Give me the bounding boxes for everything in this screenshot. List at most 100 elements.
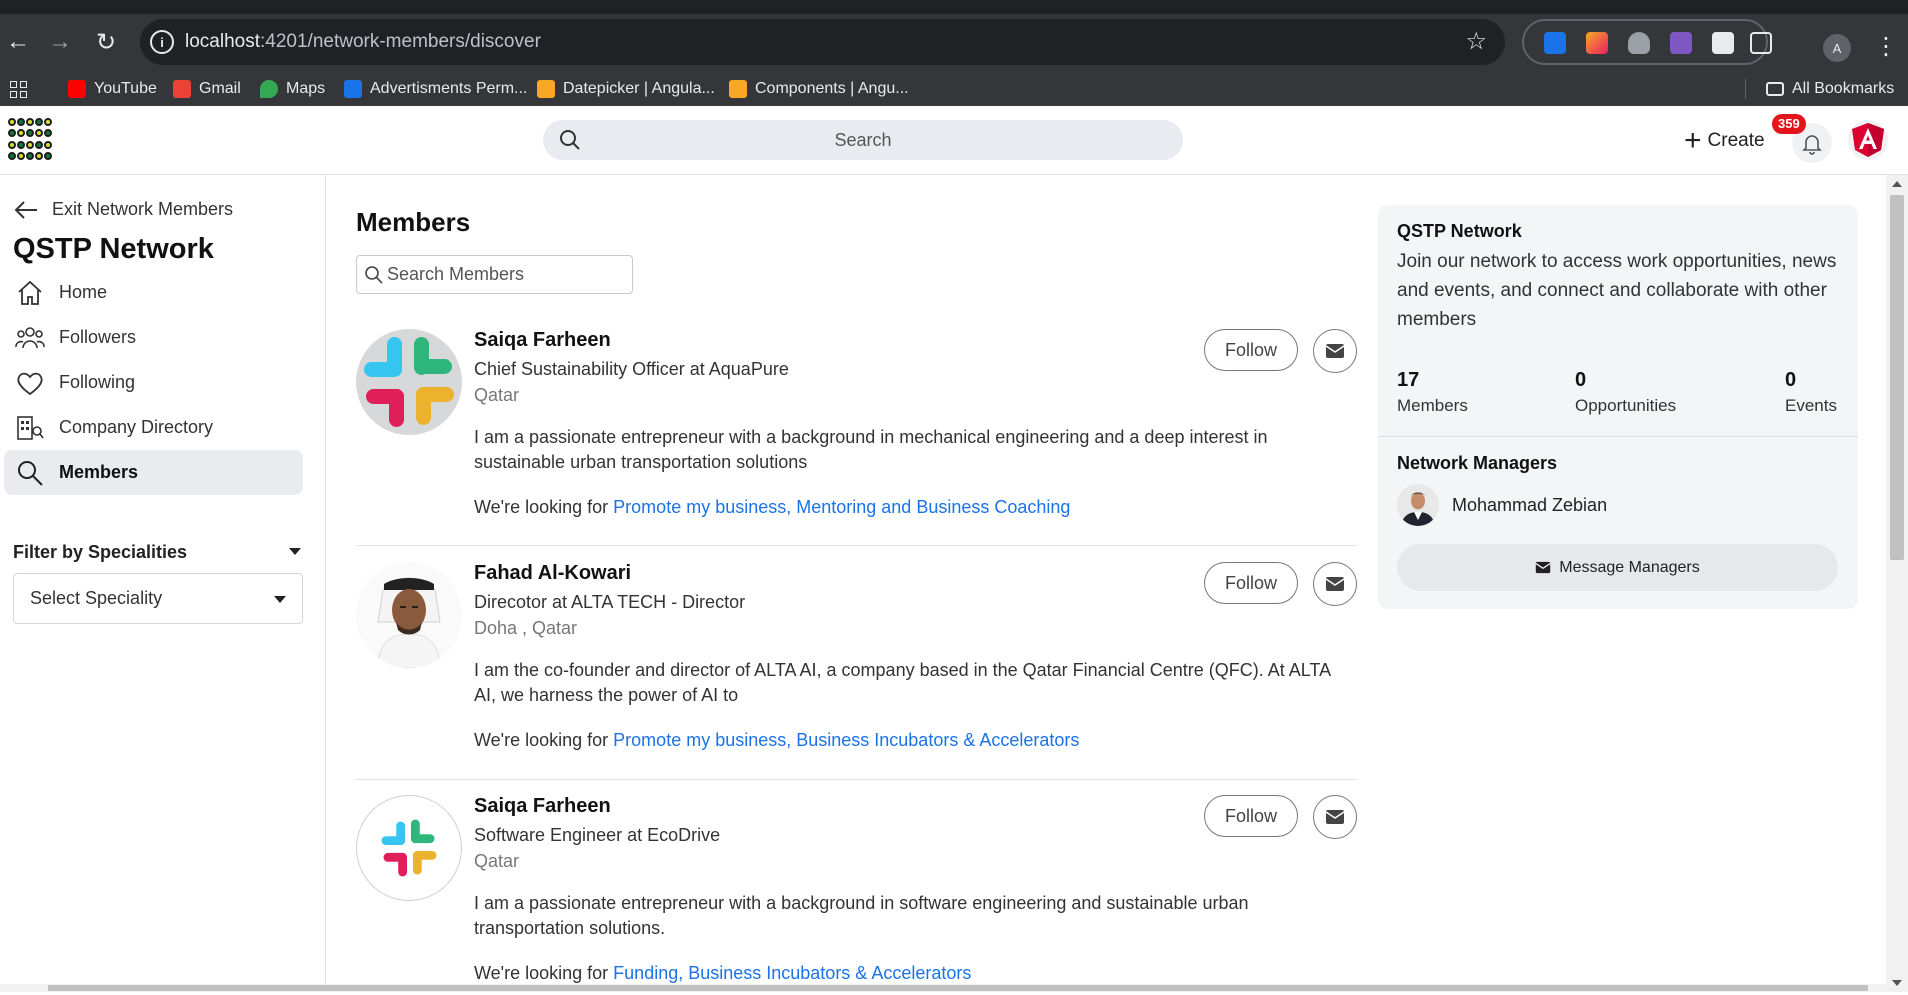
sidebar-item-home[interactable]: Home	[4, 270, 303, 315]
looking-for-link[interactable]: Funding, Business Incubators & Accelerat…	[613, 963, 971, 983]
vertical-scrollbar[interactable]	[1886, 175, 1908, 992]
stat-events[interactable]: 0 Events	[1785, 369, 1837, 416]
member-name[interactable]: Fahad Al-Kowari	[474, 562, 631, 585]
bell-icon	[1802, 135, 1822, 155]
message-button[interactable]	[1313, 562, 1357, 606]
page-title: Members	[356, 207, 471, 237]
bookmark-components[interactable]: Components | Angu...	[729, 79, 909, 99]
card-divider	[356, 545, 1357, 546]
scroll-up-arrow-icon[interactable]	[1892, 181, 1902, 187]
stat-members[interactable]: 17 Members	[1397, 369, 1468, 416]
scroll-down-arrow-icon[interactable]	[1892, 980, 1902, 986]
member-role: Software Engineer at EcoDrive	[474, 825, 721, 845]
bookmark-star-icon[interactable]: ☆	[1465, 27, 1487, 56]
member-name[interactable]: Saiqa Farheen	[474, 329, 611, 352]
url-text[interactable]: localhost:4201/network-members/discover	[185, 31, 541, 53]
panel-description: Join our network to access work opportun…	[1397, 251, 1837, 330]
follow-button[interactable]: Follow	[1204, 562, 1298, 604]
forward-arrow-icon[interactable]: →	[44, 26, 76, 58]
profile-avatar[interactable]: A	[1823, 34, 1851, 62]
follow-button[interactable]: Follow	[1204, 795, 1298, 837]
sidebar-item-members[interactable]: Members	[4, 450, 303, 495]
looking-for-link[interactable]: Promote my business, Business Incubators…	[613, 730, 1079, 750]
bookmark-label: Components | Angu...	[755, 80, 909, 97]
app-header: + Create 359	[0, 106, 1908, 175]
back-arrow-icon[interactable]: ←	[2, 26, 34, 58]
all-bookmarks-label: All Bookmarks	[1792, 80, 1895, 97]
person-photo-icon	[356, 562, 462, 668]
member-search-input[interactable]	[387, 256, 627, 293]
text-extension-icon[interactable]	[1712, 32, 1734, 54]
message-managers-label: Message Managers	[1559, 558, 1700, 576]
sidebar-item-following[interactable]: Following	[4, 360, 303, 405]
member-avatar[interactable]	[356, 795, 462, 901]
member-name[interactable]: Saiqa Farheen	[474, 795, 611, 818]
plus-icon: +	[1684, 124, 1702, 157]
user-avatar[interactable]	[1848, 120, 1888, 160]
member-avatar[interactable]	[356, 329, 462, 435]
member-location: Qatar	[474, 385, 520, 405]
network-info-panel: QSTP Network Join our network to access …	[1378, 205, 1858, 609]
exit-network-link[interactable]: Exit Network Members	[14, 199, 233, 220]
bookmark-label: Gmail	[199, 80, 241, 97]
member-role: Direcotor at ALTA TECH - Director	[474, 592, 746, 612]
bookmark-datepicker[interactable]: Datepicker | Angula...	[537, 79, 715, 99]
search-icon	[365, 266, 383, 284]
angular-material-icon	[537, 80, 555, 98]
horizontal-scrollbar[interactable]	[0, 984, 1886, 992]
member-looking-for: We're looking for Funding, Business Incu…	[474, 963, 971, 984]
speciality-select[interactable]: Select Speciality	[13, 573, 303, 624]
message-managers-button[interactable]: Message Managers	[1397, 544, 1838, 591]
scrollbar-thumb[interactable]	[1890, 195, 1904, 560]
reload-icon[interactable]: ↻	[90, 26, 122, 58]
managers-title: Network Managers	[1397, 453, 1558, 473]
sidebar-item-followers[interactable]: Followers	[4, 315, 303, 360]
apps-grid-icon[interactable]	[10, 79, 27, 99]
scrollbar-thumb[interactable]	[48, 985, 1868, 991]
manager-avatar[interactable]	[1397, 484, 1439, 526]
browser-menu-icon[interactable]: ⋮	[1874, 32, 1898, 61]
message-button[interactable]	[1313, 329, 1357, 373]
shield-extension-icon[interactable]	[1628, 32, 1650, 54]
download-extension-icon[interactable]	[1544, 32, 1566, 54]
bookmark-label: YouTube	[94, 80, 157, 97]
angular-logo-icon	[1852, 123, 1884, 157]
member-card: Fahad Al-Kowari Direcotor at ALTA TECH -…	[356, 562, 1357, 780]
create-button[interactable]: + Create	[1684, 126, 1765, 156]
global-search-input[interactable]	[543, 120, 1183, 160]
bookmark-youtube[interactable]: YouTube	[68, 79, 157, 99]
extensions-group	[1522, 19, 1772, 65]
member-search[interactable]	[356, 255, 633, 294]
looking-prefix: We're looking for	[474, 497, 614, 517]
bookmark-label: Maps	[286, 80, 326, 97]
app-logo[interactable]	[8, 118, 52, 162]
caret-down-icon[interactable]	[289, 548, 301, 555]
stat-label: Events	[1785, 396, 1837, 415]
message-button[interactable]	[1313, 795, 1357, 839]
bookmark-advertisments[interactable]: Advertisments Perm...	[344, 79, 527, 99]
folder-icon	[1766, 82, 1784, 96]
stat-opportunities[interactable]: 0 Opportunities	[1575, 369, 1676, 416]
member-card: Saiqa Farheen Chief Sustainability Offic…	[356, 329, 1357, 546]
puzzle-icon[interactable]	[1750, 32, 1772, 54]
bookmark-label: Advertisments Perm...	[370, 80, 528, 97]
devtools-extension-icon[interactable]	[1670, 32, 1692, 54]
maps-icon	[260, 80, 278, 98]
bookmark-gmail[interactable]: Gmail	[173, 79, 241, 99]
address-bar[interactable]: i localhost:4201/network-members/discove…	[140, 19, 1505, 65]
member-bio: I am a passionate entrepreneur with a ba…	[474, 427, 1268, 472]
sidebar-item-company-directory[interactable]: Company Directory	[4, 405, 303, 450]
site-info-icon[interactable]: i	[150, 30, 174, 54]
all-bookmarks[interactable]: All Bookmarks	[1745, 79, 1894, 99]
looking-for-link[interactable]: Promote my business, Mentoring and Busin…	[613, 497, 1070, 517]
network-title: QSTP Network	[13, 233, 214, 265]
color-picker-extension-icon[interactable]	[1586, 32, 1608, 54]
manager-name[interactable]: Mohammad Zebian	[1452, 495, 1607, 516]
azure-devops-icon	[344, 80, 362, 98]
member-avatar[interactable]	[356, 562, 462, 668]
followers-icon	[15, 326, 45, 348]
arrow-left-icon	[14, 200, 37, 219]
bookmark-maps[interactable]: Maps	[260, 79, 325, 99]
global-search[interactable]	[543, 120, 1183, 160]
follow-button[interactable]: Follow	[1204, 329, 1298, 371]
